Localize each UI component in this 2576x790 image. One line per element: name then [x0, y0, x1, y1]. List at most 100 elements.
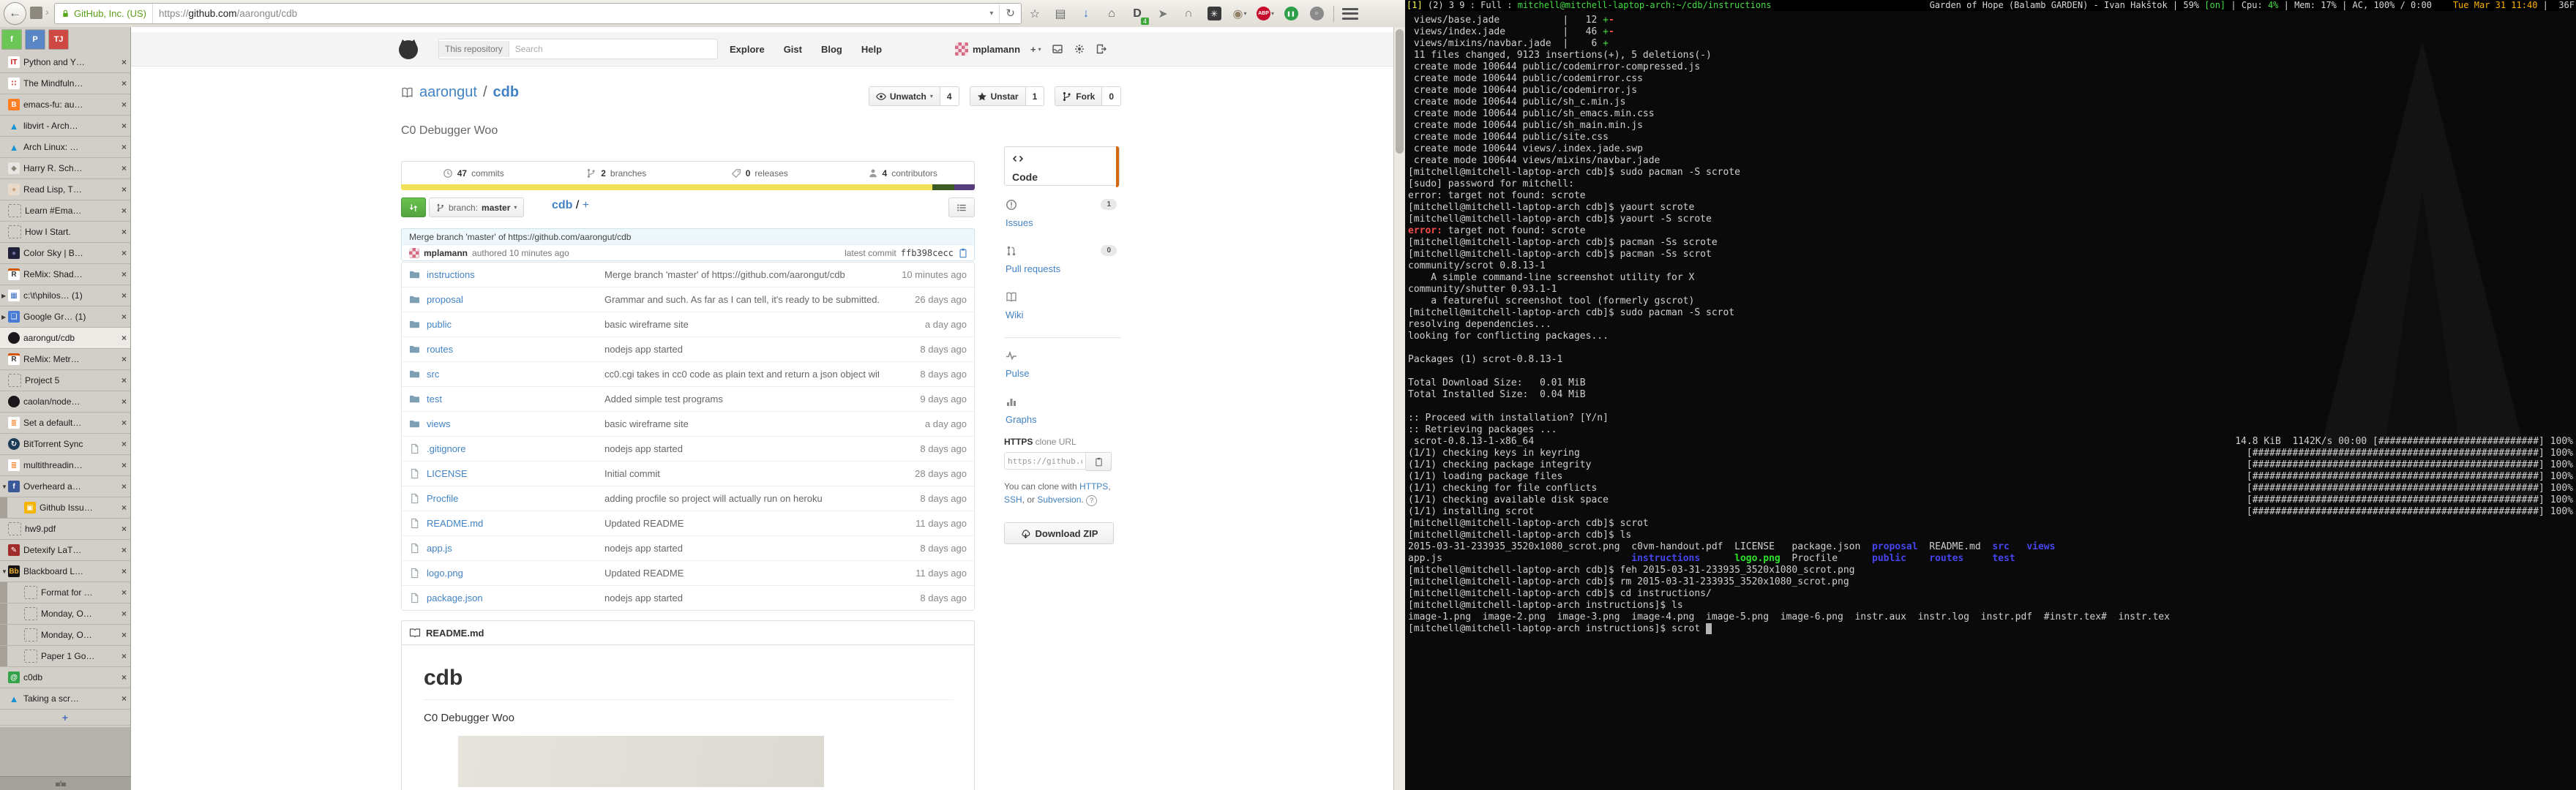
sidebar-toggle-icon[interactable]: [56, 780, 66, 786]
clipboard-icon[interactable]: ▤: [1052, 5, 1069, 23]
download-zip-button[interactable]: Download ZIP: [1004, 522, 1114, 544]
file-commit-message[interactable]: Grammar and such. As far as I can tell, …: [604, 294, 879, 305]
nav-link[interactable]: Gist: [784, 44, 802, 55]
file-name-link[interactable]: routes: [427, 344, 595, 355]
file-row[interactable]: proposal Grammar and such. As far as I c…: [402, 287, 974, 312]
downloads-icon[interactable]: ↓: [1077, 5, 1095, 23]
sidebar-item[interactable]: Wiki: [1004, 291, 1121, 322]
tab-close-icon[interactable]: ×: [120, 57, 128, 67]
tab-close-icon[interactable]: ×: [120, 439, 128, 449]
tab-close-icon[interactable]: ×: [120, 503, 128, 513]
tab-item[interactable]: Learn #Ema… ×: [0, 200, 130, 222]
p-pinned-tab[interactable]: P: [25, 29, 45, 50]
tab-close-icon[interactable]: ×: [120, 460, 128, 470]
file-name-link[interactable]: test: [427, 394, 595, 405]
tab-item[interactable]: ● Color Sky | B… ×: [0, 243, 130, 264]
tab-item[interactable]: R ReMix: Metr… ×: [0, 349, 130, 370]
tab-close-icon[interactable]: ×: [120, 312, 128, 322]
home-icon[interactable]: ⌂: [1103, 5, 1120, 23]
file-commit-message[interactable]: nodejs app started: [604, 592, 879, 603]
feedback-smiley-icon[interactable]: ☺: [1308, 5, 1325, 23]
adblock-plus-icon[interactable]: ABP ▾: [1257, 5, 1274, 23]
tab-close-icon[interactable]: ×: [120, 227, 128, 237]
tab-close-icon[interactable]: ×: [120, 121, 128, 131]
tab-item[interactable]: ✎ Detexify LaT… ×: [0, 540, 130, 561]
bookmark-star-icon[interactable]: ☆: [1026, 5, 1044, 23]
compare-button[interactable]: [401, 198, 426, 217]
sidebar-item[interactable]: 1 Issues: [1004, 199, 1121, 230]
stat-item[interactable]: 2branches: [545, 162, 689, 184]
tab-item[interactable]: hw9.pdf ×: [0, 519, 130, 540]
tab-close-icon[interactable]: ×: [120, 693, 128, 704]
feedly-pinned-tab[interactable]: f: [1, 29, 22, 50]
tab-item[interactable]: ▲ libvirt - Arch… ×: [0, 116, 130, 137]
file-commit-message[interactable]: basic wireframe site: [604, 319, 879, 330]
file-commit-message[interactable]: Added simple test programs: [604, 394, 879, 405]
file-row[interactable]: test Added simple test programs 9 days a…: [402, 386, 974, 411]
tab-close-icon[interactable]: ×: [120, 609, 128, 619]
sidebar-item[interactable]: 0 Pull requests: [1004, 245, 1121, 276]
browser-scrollbar[interactable]: [1393, 27, 1406, 790]
tab-close-icon[interactable]: ×: [120, 184, 128, 195]
stat-item[interactable]: 0releases: [688, 162, 831, 184]
tab-item[interactable]: ↻ BitTorrent Sync ×: [0, 434, 130, 455]
action-count[interactable]: 4: [940, 87, 959, 105]
android-sync-icon[interactable]: ∩: [1180, 5, 1197, 23]
file-name-link[interactable]: logo.png: [427, 568, 595, 579]
file-name-link[interactable]: proposal: [427, 294, 595, 305]
tab-item[interactable]: ∷ The Mindfuln… ×: [0, 73, 130, 94]
file-row[interactable]: logo.png Updated README 11 days ago: [402, 560, 974, 585]
repo-name-link[interactable]: cdb: [493, 84, 520, 101]
language-bar[interactable]: [401, 184, 975, 190]
tj-pinned-tab[interactable]: TJ: [48, 29, 69, 50]
help-question-icon[interactable]: ?: [1086, 495, 1097, 506]
file-commit-message[interactable]: Updated README: [604, 568, 879, 579]
file-commit-message[interactable]: cc0.cgi takes in cc0 code as plain text …: [604, 369, 879, 380]
nav-link[interactable]: Blog: [821, 44, 842, 55]
sidebar-item[interactable]: Graphs: [1004, 396, 1121, 426]
tab-close-icon[interactable]: ×: [120, 672, 128, 682]
tab-item[interactable]: ▶ ▦ c:\t\philos… (1) ×: [0, 285, 130, 306]
tab-twisty-icon[interactable]: ▼: [1, 484, 8, 490]
avatar[interactable]: [955, 42, 968, 56]
file-name-link[interactable]: README.md: [427, 518, 595, 529]
file-row[interactable]: .gitignore nodejs app started 8 days ago: [402, 436, 974, 461]
tab-item[interactable]: ≣ multithreadin… ×: [0, 455, 130, 476]
tab-close-icon[interactable]: ×: [120, 566, 128, 576]
terminal-body[interactable]: views/base.jade | 12 +- views/index.jade…: [1408, 15, 2573, 635]
action-button[interactable]: Unstar: [970, 87, 1025, 105]
file-row[interactable]: README.md Updated README 11 days ago: [402, 511, 974, 535]
copy-sha-icon[interactable]: [958, 248, 968, 258]
file-row[interactable]: app.js nodejs app started 8 days ago: [402, 535, 974, 560]
stat-item[interactable]: 47commits: [402, 162, 545, 184]
file-name-link[interactable]: app.js: [427, 543, 595, 554]
downthemall-icon[interactable]: D 4: [1128, 5, 1146, 23]
tab-close-icon[interactable]: ×: [120, 375, 128, 385]
tab-item[interactable]: ▲ Arch Linux: … ×: [0, 137, 130, 158]
subversion-link[interactable]: Subversion: [1037, 494, 1081, 505]
file-row[interactable]: LICENSE Initial commit 28 days ago: [402, 461, 974, 486]
branch-selector[interactable]: branch: master ▾: [429, 198, 524, 217]
tab-close-icon[interactable]: ×: [120, 142, 128, 152]
file-row[interactable]: Procfile adding procfile so project will…: [402, 486, 974, 511]
new-file-button[interactable]: +: [583, 199, 589, 211]
file-row[interactable]: package.json nodejs app started 8 days a…: [402, 585, 974, 610]
commit-sha[interactable]: ffb398cecc: [901, 248, 954, 258]
breadcrumb-repo-link[interactable]: cdb: [552, 199, 572, 211]
scrollbar-thumb[interactable]: [1396, 29, 1404, 154]
https-link[interactable]: HTTPS: [1079, 481, 1108, 492]
tab-item[interactable]: caolan/node… ×: [0, 391, 130, 413]
lastpass-icon[interactable]: ✳: [1205, 5, 1223, 23]
clone-url-input[interactable]: [1004, 452, 1086, 470]
sidebar-item-code[interactable]: Code: [1004, 146, 1120, 186]
sidebar-item[interactable]: Pulse: [1004, 337, 1121, 380]
copy-clone-url-button[interactable]: [1086, 452, 1112, 471]
tab-twisty-icon[interactable]: ▶: [1, 314, 8, 320]
file-commit-message[interactable]: Initial commit: [604, 468, 879, 479]
nav-link[interactable]: Help: [861, 44, 882, 55]
tab-close-icon[interactable]: ×: [120, 290, 128, 301]
tab-item[interactable]: aarongut/cdb ×: [0, 328, 130, 349]
reload-icon[interactable]: ↻: [999, 4, 1021, 23]
tab-twisty-icon[interactable]: ▼: [1, 568, 8, 575]
github-logo-icon[interactable]: [397, 37, 420, 61]
